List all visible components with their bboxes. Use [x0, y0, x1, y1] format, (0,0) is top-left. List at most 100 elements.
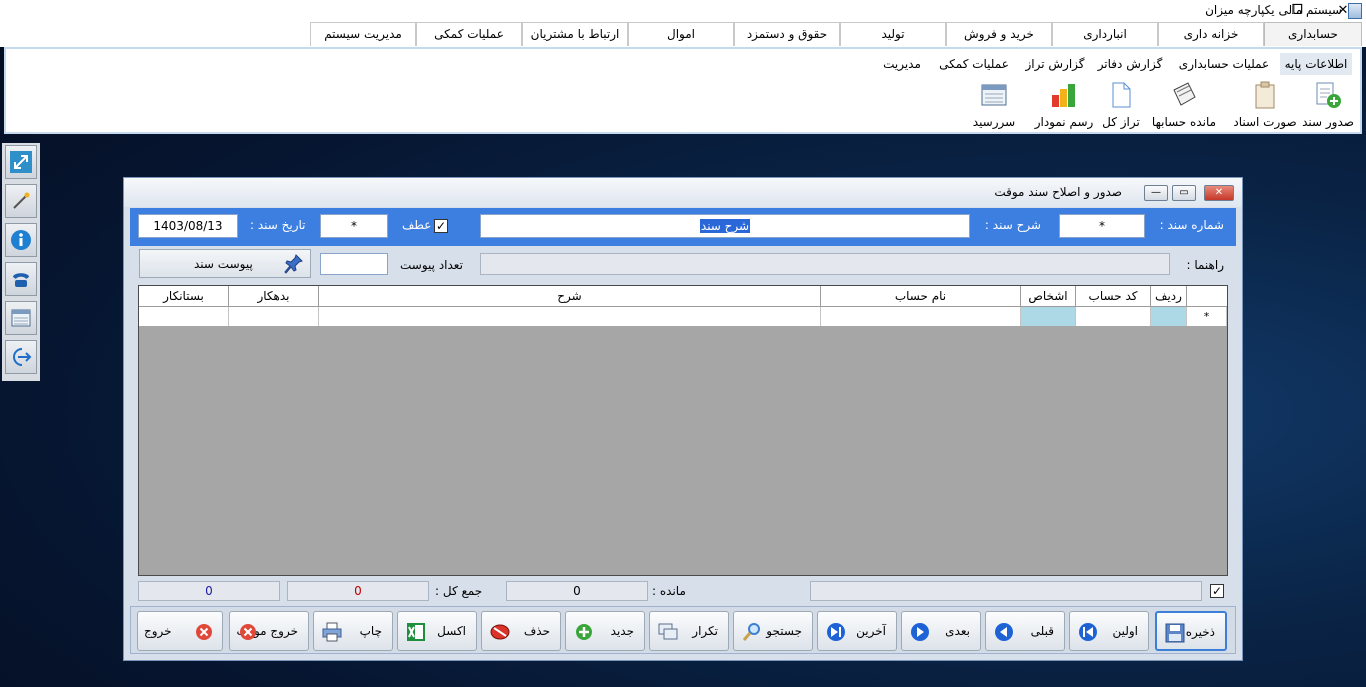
close-button[interactable]: ✕ — [1320, 0, 1366, 22]
col-credit[interactable]: بستانکار — [139, 286, 229, 307]
subtab-ledger-reports[interactable]: گزارش دفاتر — [1092, 53, 1168, 75]
next-button[interactable]: بعدی — [901, 611, 981, 651]
subtab-basic-info[interactable]: اطلاعات پایه — [1280, 53, 1352, 75]
cell-credit[interactable] — [139, 307, 229, 326]
last-label: آخرین — [856, 624, 886, 638]
subtab-auxiliary[interactable]: عملیات کمکی — [932, 53, 1016, 75]
cell-account-code[interactable] — [1076, 307, 1151, 326]
doc-number-label: شماره سند : — [1159, 218, 1224, 232]
guide-field[interactable] — [480, 253, 1170, 275]
entries-grid[interactable]: ردیف کد حساب اشخاص نام حساب شرح بدهکار ب… — [138, 285, 1228, 576]
first-record-icon — [1079, 623, 1097, 641]
draw-chart-label: رسم نمودار — [1034, 115, 1094, 129]
totals-row: ✓ مانده : 0 جمع کل : 0 0 — [130, 580, 1236, 604]
previous-button[interactable]: قبلی — [985, 611, 1065, 651]
dialog-title: صدور و اصلاح سند موقت — [994, 185, 1122, 199]
issue-document-button[interactable]: صدور سند — [1298, 77, 1358, 129]
totals-checkbox[interactable]: ✓ — [1210, 584, 1224, 598]
subtab-accounting-ops[interactable]: عملیات حسابداری — [1170, 53, 1278, 75]
tab-inventory[interactable]: انبارداری — [1052, 22, 1158, 46]
tab-payroll[interactable]: حقوق و دستمزد — [734, 22, 840, 46]
guide-row: راهنما : تعداد پیوست پیوست سند — [130, 248, 1236, 282]
subtab-management[interactable]: مدیریت — [876, 53, 928, 75]
doc-date-field[interactable]: 1403/08/13 — [138, 214, 238, 238]
col-row-number[interactable]: ردیف — [1151, 286, 1187, 307]
resize-button[interactable] — [5, 145, 37, 179]
first-label: اولین — [1112, 624, 1138, 638]
exit-label: خروج — [144, 624, 172, 638]
info-button[interactable] — [5, 223, 37, 257]
tab-production[interactable]: تولید — [840, 22, 946, 46]
info-icon — [11, 230, 31, 250]
col-description[interactable]: شرح — [319, 286, 821, 307]
restore-button[interactable]: ❐ — [1274, 0, 1320, 22]
attach-document-button[interactable]: پیوست سند — [139, 249, 311, 278]
calendar-icon — [981, 84, 1007, 106]
documents-list-button[interactable]: صورت اسناد — [1232, 77, 1298, 129]
delete-button[interactable]: حذف — [481, 611, 561, 651]
total-balance-button[interactable]: تراز کل — [1098, 77, 1144, 129]
phone-button[interactable] — [5, 262, 37, 296]
account-balances-button[interactable]: مانده حسابها — [1146, 77, 1222, 129]
tab-treasury[interactable]: خزانه داری — [1158, 22, 1264, 46]
wand-button[interactable] — [5, 184, 37, 218]
subtab-balance-reports[interactable]: گزارش تراز — [1018, 53, 1092, 75]
first-button[interactable]: اولین — [1069, 611, 1149, 651]
dialog-close-button[interactable]: ✕ — [1204, 185, 1234, 201]
excel-button[interactable]: اکسل — [397, 611, 477, 651]
doc-number-field[interactable]: * — [1059, 214, 1145, 238]
tab-purchase-sales[interactable]: خرید و فروش — [946, 22, 1052, 46]
exit-button[interactable]: خروج — [137, 611, 223, 651]
tab-auxiliary[interactable]: عملیات کمکی — [416, 22, 522, 46]
calendar-icon — [11, 309, 31, 327]
save-button[interactable]: ذخیره — [1155, 611, 1227, 651]
resize-arrow-icon — [10, 151, 32, 173]
add-document-icon — [1316, 82, 1341, 108]
calendar-button[interactable] — [5, 301, 37, 335]
atf-checkbox[interactable]: ✓ — [434, 219, 448, 233]
phone-icon — [13, 273, 29, 287]
col-persons[interactable]: اشخاص — [1021, 286, 1076, 307]
bar-chart-icon — [1052, 84, 1075, 107]
tab-assets[interactable]: اموال — [628, 22, 734, 46]
cell-account-name[interactable] — [821, 307, 1021, 326]
due-date-button[interactable]: سررسید — [968, 77, 1020, 129]
tab-accounting[interactable]: حسابداری — [1264, 22, 1362, 46]
tab-system-admin[interactable]: مدیریت سیستم — [310, 22, 416, 46]
logout-button[interactable] — [5, 340, 37, 374]
attach-count-field[interactable] — [320, 253, 388, 275]
col-account-name[interactable]: نام حساب — [821, 286, 1021, 307]
temporary-exit-button[interactable]: خروج موقت — [229, 611, 309, 651]
cell-row-number[interactable] — [1151, 307, 1187, 326]
dialog-minimize-button[interactable]: — — [1144, 185, 1168, 201]
attach-count-label: تعداد پیوست — [400, 258, 463, 272]
total-label: جمع کل : — [435, 584, 483, 598]
col-account-code[interactable]: کد حساب — [1076, 286, 1151, 307]
grid-header-corner — [1187, 286, 1227, 307]
last-button[interactable]: آخرین — [817, 611, 897, 651]
excel-icon — [407, 623, 425, 641]
attach-document-label: پیوست سند — [194, 257, 253, 271]
repeat-button[interactable]: تکرار — [649, 611, 729, 651]
last-record-icon — [827, 623, 845, 641]
dialog-title-bar: صدور و اصلاح سند موقت ✕ ▭ — — [124, 178, 1242, 207]
atf-field[interactable]: * — [320, 214, 388, 238]
dialog-maximize-button[interactable]: ▭ — [1172, 185, 1196, 201]
cell-debit[interactable] — [229, 307, 319, 326]
search-button[interactable]: جستجو — [733, 611, 813, 651]
tab-crm[interactable]: ارتباط با مشتریان — [522, 22, 628, 46]
col-debit[interactable]: بدهکار — [229, 286, 319, 307]
previous-label: قبلی — [1030, 624, 1054, 638]
delete-icon — [490, 624, 510, 640]
draw-chart-button[interactable]: رسم نمودار — [1032, 77, 1096, 129]
remain-label: مانده : — [652, 584, 686, 598]
doc-desc-field[interactable]: شرح سند — [480, 214, 970, 238]
total-balance-label: تراز کل — [1102, 115, 1140, 129]
cell-persons[interactable] — [1021, 307, 1076, 326]
account-balances-label: مانده حسابها — [1151, 115, 1217, 129]
new-button[interactable]: جدید — [565, 611, 645, 651]
guide-label: راهنما : — [1186, 258, 1224, 272]
cell-description[interactable] — [319, 307, 821, 326]
logout-arrow-icon — [13, 348, 32, 366]
print-button[interactable]: چاپ — [313, 611, 393, 651]
